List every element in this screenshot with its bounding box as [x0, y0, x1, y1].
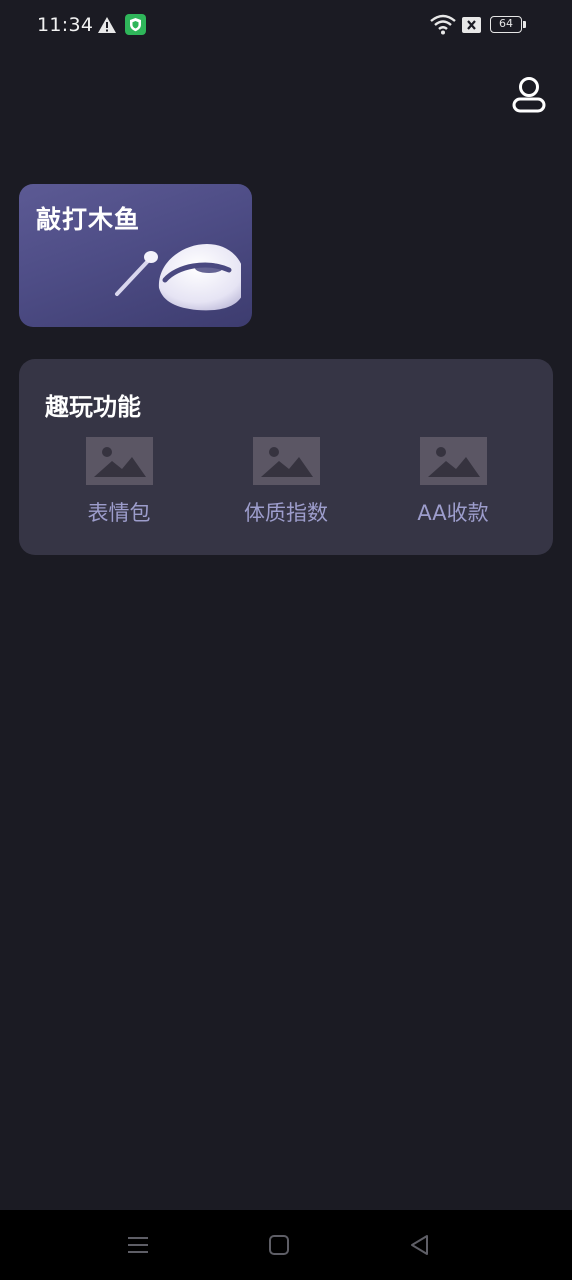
battery-icon: 64: [490, 16, 522, 33]
battery-level: 64: [499, 17, 513, 30]
feature-item-stickers[interactable]: 表情包: [49, 437, 189, 537]
menu-icon[interactable]: [123, 1230, 153, 1260]
status-time: 11:34: [37, 14, 94, 36]
home-icon[interactable]: [264, 1230, 294, 1260]
fun-features-panel: 趣玩功能 表情包 体质指数 AA收款: [19, 359, 553, 555]
feature-label-bmi: 体质指数: [244, 501, 328, 525]
feature-label-stickers: 表情包: [87, 501, 151, 525]
image-placeholder-icon: [419, 437, 487, 485]
image-placeholder-icon: [85, 437, 153, 485]
user-icon[interactable]: [508, 74, 550, 116]
shield-icon: [125, 14, 146, 35]
wifi-icon: [430, 14, 456, 35]
wooden-fish-card[interactable]: 敲打木鱼: [19, 184, 252, 327]
battery-tip: [523, 21, 526, 28]
back-icon[interactable]: [405, 1230, 435, 1260]
feature-label-split-bill: AA收款: [417, 501, 489, 525]
wooden-fish-illustration: [115, 244, 241, 311]
image-placeholder-icon: [252, 437, 320, 485]
app-screen: 11:34 64 敲打木鱼 趣玩功能 表情包 体质指数 AA收款: [0, 0, 572, 1280]
no-sim-icon: [462, 17, 481, 33]
feature-item-bmi[interactable]: 体质指数: [216, 437, 356, 537]
wooden-fish-title: 敲打木鱼: [36, 205, 141, 234]
warning-icon: [98, 17, 116, 33]
feature-item-split-bill[interactable]: AA收款: [383, 437, 523, 537]
fun-features-title: 趣玩功能: [45, 393, 141, 421]
status-bar: 11:34 64: [0, 0, 572, 52]
system-nav-bar: [0, 1210, 572, 1280]
